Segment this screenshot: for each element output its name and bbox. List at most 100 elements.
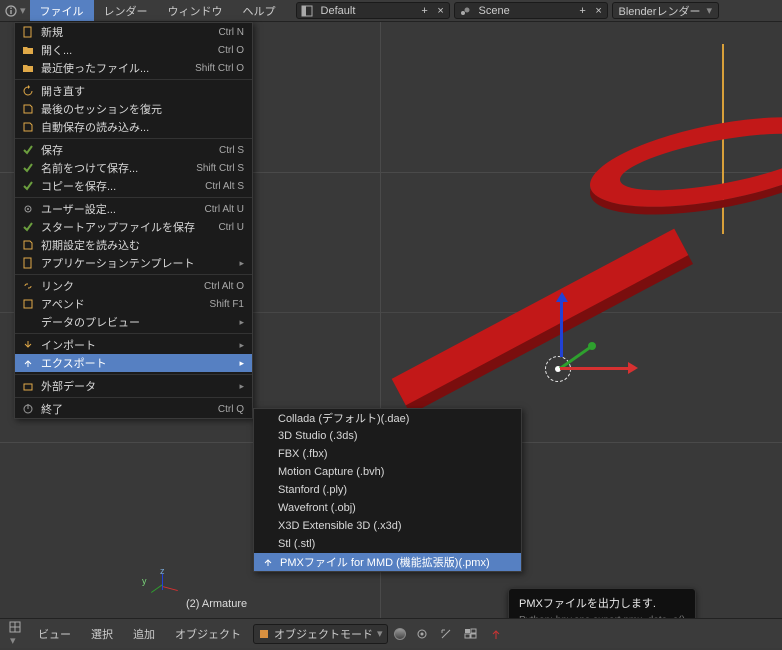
gear-icon: [21, 202, 35, 216]
gizmo-z-arrow-icon[interactable]: [556, 292, 568, 302]
menu-item-reopen[interactable]: 開き直す: [15, 82, 252, 100]
check-icon: [21, 143, 35, 157]
submenu-arrow-icon: ▸: [239, 317, 244, 328]
gizmo-y-arrow-icon[interactable]: [588, 342, 596, 350]
top-menubar: ▾ ファイル レンダー ウィンドウ ヘルプ + × + × Blenderレンダ…: [0, 0, 782, 22]
info-icon: [4, 4, 18, 18]
manipulator-toggle[interactable]: [436, 625, 456, 643]
scene-name-input[interactable]: [475, 5, 575, 17]
mini-axes-indicator: z y: [150, 570, 180, 600]
scene-add-button[interactable]: +: [575, 3, 591, 19]
menu-item-last-session[interactable]: 最後のセッションを復元: [15, 100, 252, 118]
dropdown-triangle-icon: ▾: [10, 635, 16, 647]
menu-item-autosave[interactable]: 自動保存の読み込み...: [15, 118, 252, 136]
export-ply[interactable]: Stanford (.ply): [254, 481, 521, 499]
scene-delete-button[interactable]: ×: [591, 3, 607, 19]
menu-item-open[interactable]: 開く... Ctrl O: [15, 41, 252, 59]
tooltip-title: PMXファイルを出力します.: [519, 595, 685, 611]
menu-item-save[interactable]: 保存 Ctrl S: [15, 141, 252, 159]
mesh-object-ring[interactable]: [590, 101, 782, 224]
export-obj[interactable]: Wavefront (.obj): [254, 499, 521, 517]
link-icon: [21, 279, 35, 293]
export-stl[interactable]: Stl (.stl): [254, 535, 521, 553]
scene-browse-icon[interactable]: [455, 3, 475, 19]
layout-delete-button[interactable]: ×: [433, 3, 449, 19]
scene-selector[interactable]: + ×: [454, 2, 608, 19]
menu-item-savecopy[interactable]: コピーを保存... Ctrl Alt S: [15, 177, 252, 195]
export-collada[interactable]: Collada (デフォルト)(.dae): [254, 409, 521, 427]
screen-layout-selector[interactable]: + ×: [296, 2, 450, 19]
render-engine-selector[interactable]: Blenderレンダー ▾: [612, 2, 719, 19]
transform-gizmo[interactable]: [540, 352, 630, 412]
menu-item-load-factory[interactable]: 初期設定を読み込む: [15, 236, 252, 254]
export-pmx-label: PMXファイル for MMD (機能拡張版)(.pmx): [280, 554, 490, 570]
layout-name-input[interactable]: [317, 5, 417, 17]
menu-item-quit[interactable]: 終了 Ctrl Q: [15, 400, 252, 418]
document-icon: [21, 256, 35, 270]
axis-label-y: y: [142, 576, 147, 586]
menu-view[interactable]: ビュー: [30, 623, 79, 645]
export-x3d[interactable]: X3D Extensible 3D (.x3d): [254, 517, 521, 535]
menu-select[interactable]: 選択: [83, 623, 121, 645]
export-submenu: Collada (デフォルト)(.dae) 3D Studio (.3ds) F…: [253, 408, 522, 572]
recover-icon: [21, 102, 35, 116]
gizmo-x-axis[interactable]: [560, 367, 632, 370]
folder-open-icon: [21, 43, 35, 57]
check-icon: [21, 161, 35, 175]
submenu-arrow-icon: ▸: [239, 258, 244, 269]
dropdown-triangle-icon: ▾: [20, 4, 26, 17]
menu-item-saveas[interactable]: 名前をつけて保存... Shift Ctrl S: [15, 159, 252, 177]
check-icon: [21, 179, 35, 193]
submenu-arrow-icon: ▸: [239, 340, 244, 351]
export-bvh[interactable]: Motion Capture (.bvh): [254, 463, 521, 481]
gizmo-x-arrow-icon[interactable]: [628, 362, 638, 374]
dropdown-triangle-icon: ▾: [706, 4, 712, 17]
menu-item-new[interactable]: 新規 Ctrl N: [15, 23, 252, 41]
export-icon: [260, 556, 276, 568]
transform-orientation[interactable]: [486, 625, 506, 643]
export-fbx[interactable]: FBX (.fbx): [254, 445, 521, 463]
menu-item-recent[interactable]: 最近使ったファイル... Shift Ctrl O: [15, 59, 252, 77]
layers-button[interactable]: [460, 625, 482, 643]
active-object-label: (2) Armature: [186, 598, 247, 610]
dropdown-triangle-icon: ▾: [377, 627, 383, 640]
menu-item-link[interactable]: リンク Ctrl Alt O: [15, 277, 252, 295]
render-engine-label: Blenderレンダー: [619, 3, 701, 19]
export-icon: [21, 356, 35, 370]
shading-solid-icon[interactable]: [394, 628, 406, 640]
menu-item-import[interactable]: インポート ▸: [15, 336, 252, 354]
menu-render[interactable]: レンダー: [94, 0, 158, 21]
menu-file[interactable]: ファイル: [30, 0, 94, 21]
info-editor-icon[interactable]: ▾: [0, 0, 30, 21]
menu-item-preview[interactable]: データのプレビュー ▸: [15, 313, 252, 331]
menu-item-append[interactable]: アペンド Shift F1: [15, 295, 252, 313]
menubar: ▾ ファイル レンダー ウィンドウ ヘルプ: [0, 0, 286, 21]
submenu-arrow-icon: ▸: [239, 358, 244, 369]
recover-icon: [21, 120, 35, 134]
blank-icon: [21, 315, 35, 329]
editor-type-icon[interactable]: ▾: [4, 617, 26, 650]
mode-selector[interactable]: オブジェクトモード ▾: [253, 624, 388, 644]
menu-item-export[interactable]: エクスポート ▸: [15, 354, 252, 372]
export-pmx[interactable]: PMXファイル for MMD (機能拡張版)(.pmx): [254, 553, 521, 571]
layout-browse-icon[interactable]: [297, 3, 317, 19]
layout-add-button[interactable]: +: [417, 3, 433, 19]
folder-open-icon: [21, 61, 35, 75]
viewport-header: ▾ ビュー 選択 追加 オブジェクト オブジェクトモード ▾: [0, 618, 782, 648]
append-icon: [21, 297, 35, 311]
menu-item-app-template[interactable]: アプリケーションテンプレート ▸: [15, 254, 252, 272]
menu-item-userpref[interactable]: ユーザー設定... Ctrl Alt U: [15, 200, 252, 218]
menu-help[interactable]: ヘルプ: [233, 0, 286, 21]
document-icon: [21, 25, 35, 39]
export-3ds[interactable]: 3D Studio (.3ds): [254, 427, 521, 445]
menu-window[interactable]: ウィンドウ: [158, 0, 233, 21]
pivot-selector[interactable]: [412, 625, 432, 643]
menu-item-save-startup[interactable]: スタートアップファイルを保存 Ctrl U: [15, 218, 252, 236]
gizmo-z-axis[interactable]: [560, 297, 563, 357]
object-mode-icon: [258, 628, 270, 640]
external-icon: [21, 379, 35, 393]
menu-add[interactable]: 追加: [125, 623, 163, 645]
menu-object[interactable]: オブジェクト: [167, 623, 249, 645]
menu-item-external[interactable]: 外部データ ▸: [15, 377, 252, 395]
recover-icon: [21, 238, 35, 252]
